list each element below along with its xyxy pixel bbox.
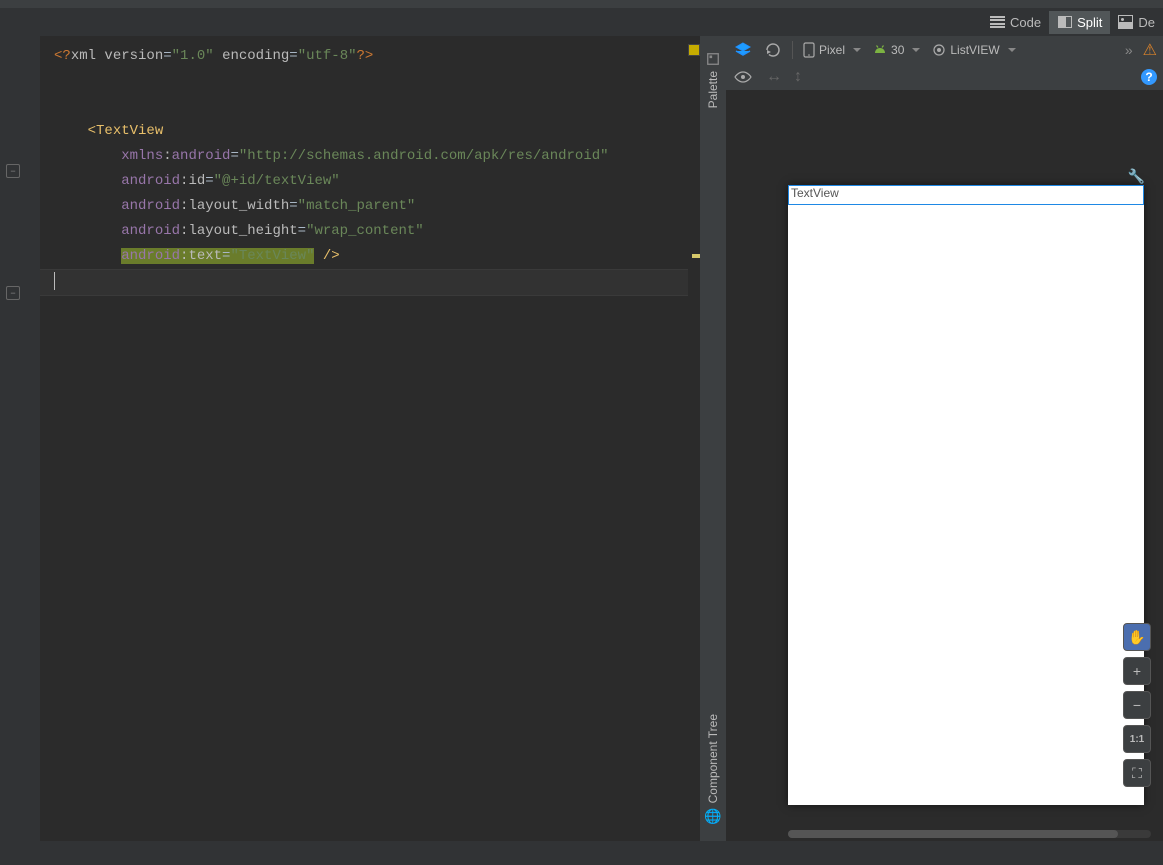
code-content: <?xml version="1.0" encoding="utf-8"?> <…	[40, 44, 700, 269]
wrench-icon[interactable]: 🔧	[1128, 168, 1145, 185]
view-options-button[interactable]	[732, 67, 754, 87]
orientation-button[interactable]	[762, 39, 784, 61]
plus-icon: +	[1133, 663, 1141, 679]
zoom-in-button[interactable]: +	[1123, 657, 1151, 685]
textview-component[interactable]: TextView	[788, 185, 1144, 205]
design-surface-button[interactable]	[732, 39, 754, 61]
design-canvas[interactable]: 🔧 TextView ✋ + − 1:1 ⛶	[726, 90, 1163, 841]
fit-icon: ⛶	[1132, 765, 1142, 782]
lines-icon	[990, 16, 1005, 29]
split-icon	[1057, 16, 1072, 29]
one-to-one-icon: 1:1	[1130, 734, 1144, 745]
minus-icon: −	[1133, 697, 1141, 713]
current-line-highlight	[40, 269, 688, 296]
text-caret	[54, 272, 55, 290]
fold-strip	[26, 36, 40, 841]
overflow-button[interactable]: »	[1125, 42, 1135, 58]
textview-label: TextView	[791, 186, 839, 200]
design-toolbar-secondary: ↔ ↕ ?	[726, 64, 1163, 90]
view-mode-bar: Code Split De	[0, 8, 1163, 36]
eye-icon	[734, 69, 752, 85]
status-bar	[0, 841, 1163, 865]
warning-marker-icon[interactable]	[692, 254, 700, 258]
component-tree-tab[interactable]: Component Tree 🌐	[704, 698, 721, 841]
component-tree-label: Component Tree	[706, 714, 720, 803]
rotate-icon	[764, 41, 782, 59]
view-design-button[interactable]: De	[1110, 11, 1163, 34]
device-artboard[interactable]: TextView	[788, 185, 1144, 805]
zoom-actual-button[interactable]: 1:1	[1123, 725, 1151, 753]
error-stripe[interactable]	[688, 36, 700, 841]
hand-icon: ✋	[1128, 629, 1145, 646]
analysis-status-icon[interactable]	[688, 44, 700, 56]
zoom-controls: ✋ + − 1:1 ⛶	[1123, 623, 1151, 787]
api-label: 30	[891, 43, 904, 57]
warning-icon[interactable]: ⚠	[1143, 40, 1157, 60]
code-editor-pane: − − <?xml version="1.0" encoding="utf-8"…	[0, 36, 700, 841]
api-selector[interactable]: 30	[871, 41, 922, 59]
palette-tab[interactable]: Palette	[706, 36, 720, 124]
scrollbar-thumb[interactable]	[788, 830, 1118, 838]
code-editor[interactable]: <?xml version="1.0" encoding="utf-8"?> <…	[40, 36, 700, 841]
theme-icon	[932, 43, 946, 57]
zoom-out-button[interactable]: −	[1123, 691, 1151, 719]
fold-toggle-icon[interactable]: −	[6, 164, 20, 178]
fold-toggle-icon[interactable]: −	[6, 286, 20, 300]
pan-hand-button[interactable]: ✋	[1123, 623, 1151, 651]
globe-icon: 🌐	[704, 808, 721, 825]
view-code-label: Code	[1010, 15, 1041, 30]
arrow-horizontal-icon[interactable]: ↔	[766, 68, 782, 86]
image-icon	[1118, 16, 1133, 29]
device-selector[interactable]: Pixel	[801, 40, 863, 60]
view-design-label: De	[1138, 15, 1155, 30]
device-label: Pixel	[819, 43, 845, 57]
view-split-button[interactable]: Split	[1049, 11, 1110, 34]
palette-label: Palette	[706, 71, 720, 108]
tabstrip-placeholder	[0, 0, 1163, 8]
android-icon	[873, 43, 887, 57]
horizontal-scrollbar[interactable]	[788, 830, 1151, 838]
design-toolbar: Pixel 30 ListVIEW » ⚠	[726, 36, 1163, 64]
palette-icon	[706, 52, 720, 66]
arrow-vertical-icon[interactable]: ↕	[794, 68, 802, 86]
line-gutter[interactable]: − −	[0, 36, 26, 841]
zoom-fit-button[interactable]: ⛶	[1123, 759, 1151, 787]
view-split-label: Split	[1077, 15, 1102, 30]
view-code-button[interactable]: Code	[982, 11, 1049, 34]
tool-window-strip: Palette Component Tree 🌐	[700, 36, 726, 841]
theme-label: ListVIEW	[950, 43, 999, 57]
design-preview-pane: Pixel 30 ListVIEW » ⚠ ↔ ↕	[726, 36, 1163, 841]
theme-selector[interactable]: ListVIEW	[930, 41, 1017, 59]
phone-icon	[803, 42, 815, 58]
layers-icon	[734, 41, 752, 59]
help-icon[interactable]: ?	[1141, 69, 1157, 85]
